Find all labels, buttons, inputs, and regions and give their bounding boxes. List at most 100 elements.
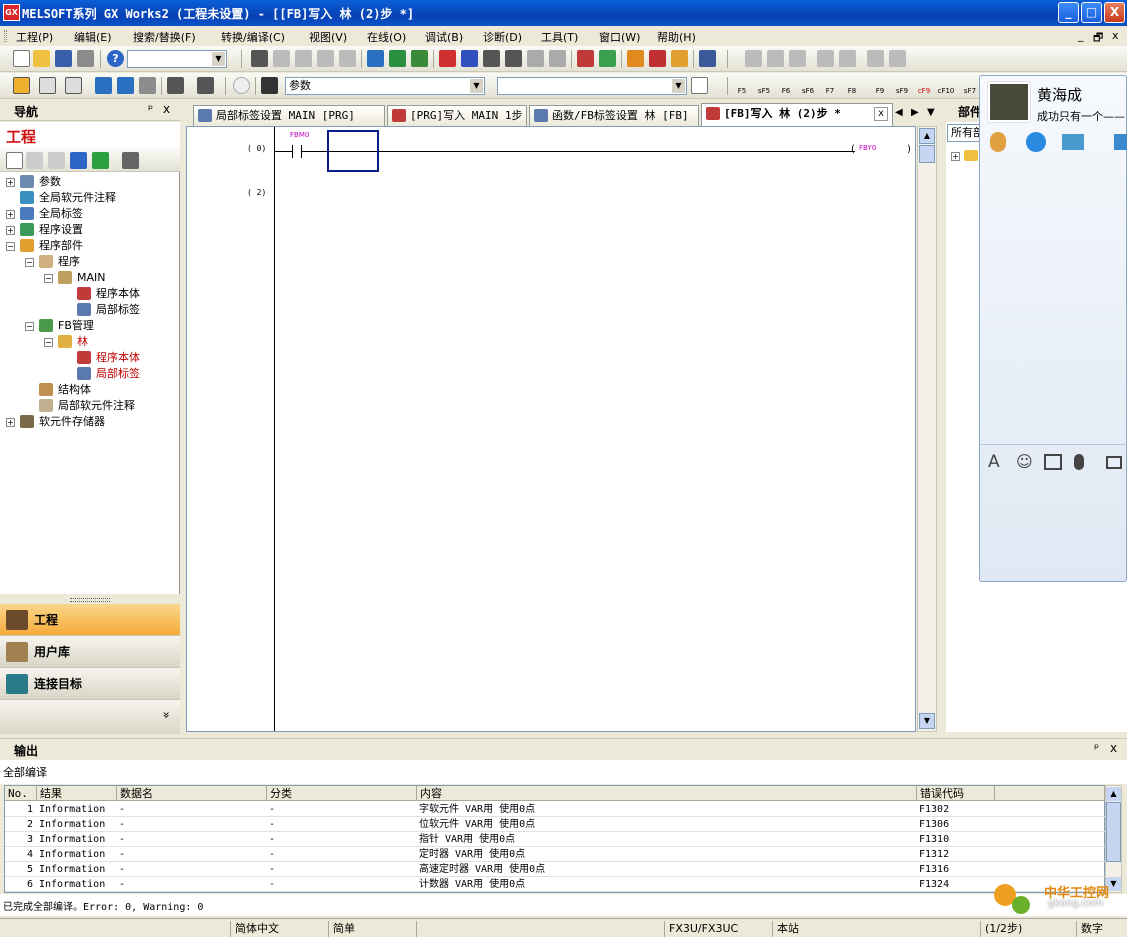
menu-tools[interactable]: 工具(T) <box>541 29 578 45</box>
tree-expander[interactable]: + <box>6 226 15 235</box>
output-toggle-icon[interactable] <box>65 77 82 94</box>
menu-search-replace[interactable]: 搜索/替换(F) <box>133 29 196 45</box>
voice-call-icon[interactable] <box>990 132 1006 152</box>
nav-new-icon[interactable] <box>6 152 23 169</box>
table-row[interactable]: 1 Information - - 字软元件 VAR用 使用0点 F1302 <box>5 802 1105 817</box>
open-folder-icon[interactable] <box>33 50 50 67</box>
fkey-f7[interactable]: F7 <box>821 78 839 95</box>
nav-close-button[interactable]: x <box>163 102 170 116</box>
device-write-icon[interactable] <box>367 50 384 67</box>
scroll-up-button[interactable]: ▲ <box>919 128 935 144</box>
compile-icon[interactable] <box>389 50 406 67</box>
fkey-cf9[interactable]: cF9 <box>915 78 933 95</box>
menu-convert-compile[interactable]: 转换/编译(C) <box>221 29 285 45</box>
nav-options-icon[interactable] <box>122 152 139 169</box>
cursor-box[interactable] <box>327 130 379 172</box>
tree-expander[interactable]: − <box>6 242 15 251</box>
secondary-combo[interactable]: ▼ <box>497 77 687 95</box>
tab-close-button[interactable]: x <box>874 107 888 121</box>
coil-right[interactable]: ) <box>907 144 911 155</box>
paste-icon[interactable] <box>295 50 312 67</box>
ladder-tool-6-icon[interactable] <box>867 50 884 67</box>
video-call-icon[interactable] <box>1026 132 1046 152</box>
ladder-tool-5-icon[interactable] <box>839 50 856 67</box>
nav-more-button[interactable]: » <box>160 711 174 718</box>
tab-prg-write-main[interactable]: [PRG]写入 MAIN 1步 <box>387 105 527 126</box>
parts-toggle-icon[interactable] <box>39 77 56 94</box>
mdi-close-button[interactable]: x <box>1112 29 1119 42</box>
tab-scroll-left-button[interactable]: ◀ <box>895 107 903 118</box>
tree-expander[interactable]: − <box>25 258 34 267</box>
fkey-sf7[interactable]: sF7 <box>961 78 979 95</box>
col-header-result[interactable]: 结果 <box>37 786 117 801</box>
screenshot-icon[interactable] <box>1044 454 1062 470</box>
editor-vertical-scrollbar[interactable]: ▲ ▼ <box>917 126 937 732</box>
menu-help[interactable]: 帮助(H) <box>657 29 696 45</box>
menu-view[interactable]: 视图(V) <box>309 29 347 45</box>
dev-icon-3[interactable] <box>139 77 156 94</box>
col-header-data-name[interactable]: 数据名 <box>117 786 267 801</box>
col-header-category[interactable]: 分类 <box>267 786 417 801</box>
output-scroll-thumb[interactable] <box>1106 802 1121 862</box>
nav-pin-button[interactable]: ᵖ <box>148 102 153 116</box>
mdi-minimize-button[interactable]: _ <box>1078 29 1084 42</box>
param-combo[interactable]: 参数 ▼ <box>285 77 485 95</box>
nav-info-icon[interactable] <box>70 152 87 169</box>
table-row[interactable]: 3 Information - - 指针 VAR用 使用0点 F1310 <box>5 832 1105 847</box>
ladder-tool-7-icon[interactable] <box>889 50 906 67</box>
grip-handle[interactable] <box>4 30 7 42</box>
normally-open-contact[interactable] <box>292 145 302 158</box>
fkey-sf9[interactable]: sF9 <box>893 78 911 95</box>
fkey-f9[interactable]: F9 <box>871 78 889 95</box>
device-memory-icon[interactable] <box>577 50 594 67</box>
tab-local-label-main[interactable]: 局部标签设置 MAIN [PRG] <box>193 105 385 126</box>
write-plc-icon[interactable] <box>439 50 456 67</box>
fkey-cf10[interactable]: cF10 <box>937 78 955 95</box>
output-close-button[interactable]: x <box>1110 741 1117 755</box>
view-icon[interactable] <box>167 77 184 94</box>
ladder-tool-3-icon[interactable] <box>789 50 806 67</box>
fkey-f6[interactable]: F6 <box>777 78 795 95</box>
emoji-icon[interactable]: ☺ <box>1016 452 1033 471</box>
transfer-icon[interactable] <box>627 50 644 67</box>
tree-expander[interactable]: + <box>6 210 15 219</box>
save-icon[interactable] <box>55 50 72 67</box>
rebuild-icon[interactable] <box>411 50 428 67</box>
menu-debug[interactable]: 调试(B) <box>425 29 463 45</box>
transfer2-icon[interactable] <box>649 50 666 67</box>
cut-icon[interactable] <box>251 50 268 67</box>
nav-toggle-icon[interactable] <box>13 77 30 94</box>
scroll-thumb[interactable] <box>919 145 935 163</box>
font-icon[interactable]: A <box>988 452 1000 472</box>
tree-expander[interactable]: − <box>44 274 53 283</box>
dev-icon-2[interactable] <box>117 77 134 94</box>
device-test-icon[interactable] <box>599 50 616 67</box>
nav-connection-button[interactable]: 连接目标 <box>0 668 180 700</box>
maximize-button[interactable]: □ <box>1081 2 1102 23</box>
tab-scroll-right-button[interactable]: ▶ <box>911 107 919 118</box>
menu-project[interactable]: 工程(P) <box>16 29 53 45</box>
ladder-tool-2-icon[interactable] <box>767 50 784 67</box>
tree-expander[interactable]: − <box>44 338 53 347</box>
nav-project-button[interactable]: 工程 <box>0 604 180 636</box>
fkey-f8[interactable]: F8 <box>843 78 861 95</box>
output-scrollbar[interactable]: ▲ ▼ <box>1105 785 1122 893</box>
toolbar-combo[interactable]: ▼ <box>127 50 227 68</box>
tab-fb-label-lin[interactable]: 函数/FB标签设置 林 [FB] <box>529 105 699 126</box>
avatar[interactable] <box>988 82 1030 122</box>
ladder-tool-4-icon[interactable] <box>817 50 834 67</box>
monitor-stop-icon[interactable] <box>505 50 522 67</box>
nav-refresh-icon[interactable] <box>92 152 109 169</box>
tree-expander[interactable]: + <box>6 178 15 187</box>
fkey-sf5[interactable]: sF5 <box>755 78 773 95</box>
table-row[interactable]: 4 Information - - 定时器 VAR用 使用0点 F1312 <box>5 847 1105 862</box>
close-button[interactable]: X <box>1104 2 1125 23</box>
tree-expander[interactable]: + <box>6 418 15 427</box>
menu-edit[interactable]: 编辑(E) <box>74 29 112 45</box>
splitter-grip[interactable] <box>70 598 110 602</box>
binoculars-icon[interactable] <box>261 77 278 94</box>
new-file-icon[interactable] <box>13 50 30 67</box>
monitor-icon[interactable] <box>483 50 500 67</box>
diag-icon[interactable] <box>527 50 544 67</box>
fkey-f5[interactable]: F5 <box>733 78 751 95</box>
